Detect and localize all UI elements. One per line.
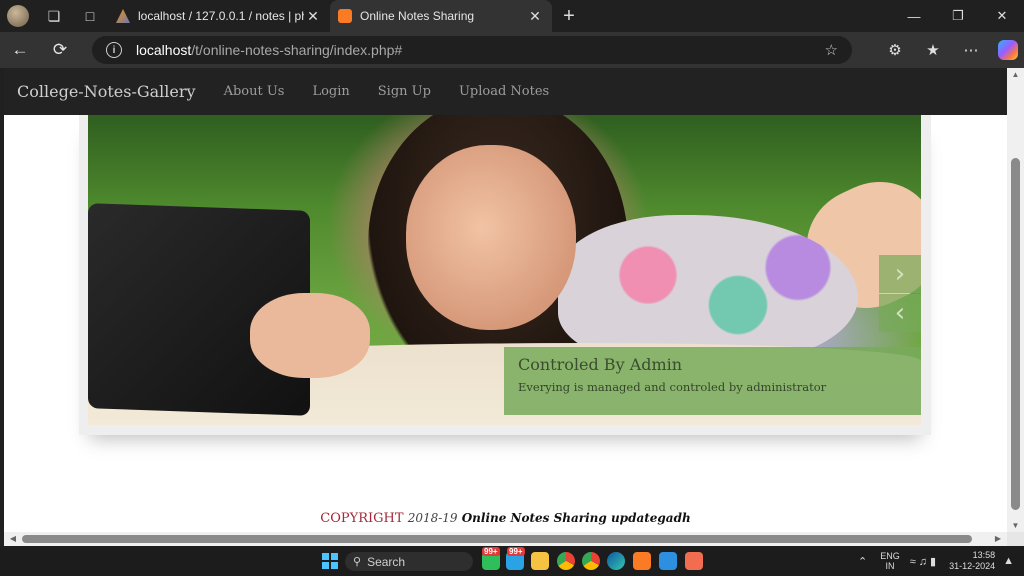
back-arrow-icon[interactable]: ← <box>0 32 40 68</box>
notification-bell-icon[interactable]: ▲ <box>1003 555 1014 567</box>
nav-link-login[interactable]: Login <box>312 84 349 99</box>
time-text: 13:58 <box>972 550 996 560</box>
horizontal-scrollbar[interactable]: ◀ ▶ <box>4 532 1007 546</box>
favorite-star-icon[interactable]: ☆ <box>825 41 838 59</box>
footer-site-name: Online Notes Sharing updategadh <box>461 511 691 525</box>
footer-copyright: COPYRIGHT <box>320 511 404 526</box>
search-label: Search <box>367 554 406 569</box>
nav-link-sign-up[interactable]: Sign Up <box>378 84 431 99</box>
restore-icon[interactable]: ❐ <box>936 0 980 32</box>
xampp-icon[interactable] <box>633 552 651 570</box>
url-host: localhost <box>136 42 192 58</box>
vertical-scroll-thumb[interactable] <box>1011 158 1020 510</box>
tab-title: localhost / 127.0.0.1 / notes | php <box>138 9 304 23</box>
url-path: /t/online-notes-sharing/index.php# <box>191 42 403 58</box>
chevron-up-icon[interactable]: ⌃ <box>858 555 870 568</box>
image-carousel: › ‹ Controled By Admin Everying is manag… <box>79 115 931 435</box>
profile-avatar[interactable] <box>0 0 36 32</box>
caption-text: Everying is managed and controled by adm… <box>518 380 827 394</box>
wifi-volume-battery-icons[interactable]: ≈♫▮ <box>910 555 939 568</box>
favorites-icon[interactable]: ★ <box>914 41 952 59</box>
caption-title: Controled By Admin <box>518 355 683 374</box>
chrome-profile-icon[interactable] <box>582 552 600 570</box>
browser-toolbar: ← ⟳ i localhost/t/online-notes-sharing/i… <box>0 32 1024 68</box>
app-icon[interactable] <box>685 552 703 570</box>
nav-link-about-us[interactable]: About Us <box>224 84 285 99</box>
phpmyadmin-favicon-icon <box>116 9 130 23</box>
start-button[interactable] <box>322 553 338 569</box>
language-indicator[interactable]: ENG IN <box>880 551 900 571</box>
site-info-icon[interactable]: i <box>106 42 122 58</box>
carousel-slide-image: › ‹ Controled By Admin Everying is manag… <box>88 115 921 425</box>
refresh-icon[interactable]: ⟳ <box>40 32 80 68</box>
extensions-icon[interactable]: ⚙ <box>876 41 914 59</box>
tab-phpmyadmin[interactable]: localhost / 127.0.0.1 / notes | php ✕ <box>108 0 330 32</box>
carousel-caption: Controled By Admin Everying is managed a… <box>504 347 921 415</box>
copilot-icon[interactable] <box>998 40 1018 60</box>
site-brand-link[interactable]: College-Notes-Gallery <box>17 82 196 101</box>
system-tray: ⌃ ENG IN ≈♫▮ 13:58 31-12-2024 ▲ <box>858 546 1024 576</box>
vscode-icon[interactable] <box>659 552 677 570</box>
minimize-icon[interactable]: — <box>892 0 936 32</box>
windows-taskbar: ⚲ Search 99+ 99+ ⌃ ENG IN ≈♫▮ 13:58 31-1… <box>0 546 1024 576</box>
vertical-scrollbar[interactable]: ▲ ▼ <box>1007 68 1024 532</box>
toolbar-right-icons: ⚙ ★ ⋯ <box>876 32 1018 68</box>
scroll-down-icon[interactable]: ▼ <box>1007 521 1024 530</box>
window-controls: — ❐ ✕ <box>892 0 1024 32</box>
site-footer: COPYRIGHT 2018-19 Online Notes Sharing u… <box>4 511 1007 526</box>
workspaces-icon[interactable]: ❏ <box>36 0 72 32</box>
date-text: 31-12-2024 <box>949 561 996 571</box>
site-navbar: College-Notes-Gallery About Us Login Sig… <box>4 68 1007 115</box>
browser-tab-strip: ❏ □ localhost / 127.0.0.1 / notes | php … <box>0 0 1024 32</box>
scroll-right-icon[interactable]: ▶ <box>991 532 1005 546</box>
taskbar-search[interactable]: ⚲ Search <box>345 552 473 571</box>
xampp-favicon-icon <box>338 9 352 23</box>
address-bar[interactable]: i localhost/t/online-notes-sharing/index… <box>92 36 852 64</box>
tab-title: Online Notes Sharing <box>360 9 475 23</box>
close-tab-icon[interactable]: ✕ <box>526 8 544 25</box>
scroll-up-icon[interactable]: ▲ <box>1007 70 1024 79</box>
avatar <box>7 5 29 27</box>
new-tab-button[interactable]: + <box>552 5 586 28</box>
clock[interactable]: 13:58 31-12-2024 <box>949 550 995 572</box>
chrome-icon[interactable] <box>557 552 575 570</box>
nav-link-upload-notes[interactable]: Upload Notes <box>459 84 549 99</box>
close-window-icon[interactable]: ✕ <box>980 0 1024 32</box>
notification-badge: 99+ <box>482 547 500 556</box>
notification-badge: 99+ <box>507 547 525 556</box>
close-tab-icon[interactable]: ✕ <box>304 8 322 25</box>
carousel-prev-button[interactable]: ‹ <box>879 294 921 332</box>
edge-icon[interactable] <box>607 552 625 570</box>
more-menu-icon[interactable]: ⋯ <box>952 41 990 59</box>
tab-online-notes-sharing[interactable]: Online Notes Sharing ✕ <box>330 0 552 32</box>
tab-actions-icon[interactable]: □ <box>72 0 108 32</box>
search-icon: ⚲ <box>353 556 362 568</box>
horizontal-scroll-thumb[interactable] <box>22 535 972 543</box>
scroll-left-icon[interactable]: ◀ <box>6 532 20 546</box>
footer-years: 2018-19 <box>407 511 458 525</box>
file-explorer-icon[interactable] <box>531 552 549 570</box>
carousel-next-button[interactable]: › <box>879 255 921 293</box>
page-viewport: College-Notes-Gallery About Us Login Sig… <box>4 68 1007 532</box>
